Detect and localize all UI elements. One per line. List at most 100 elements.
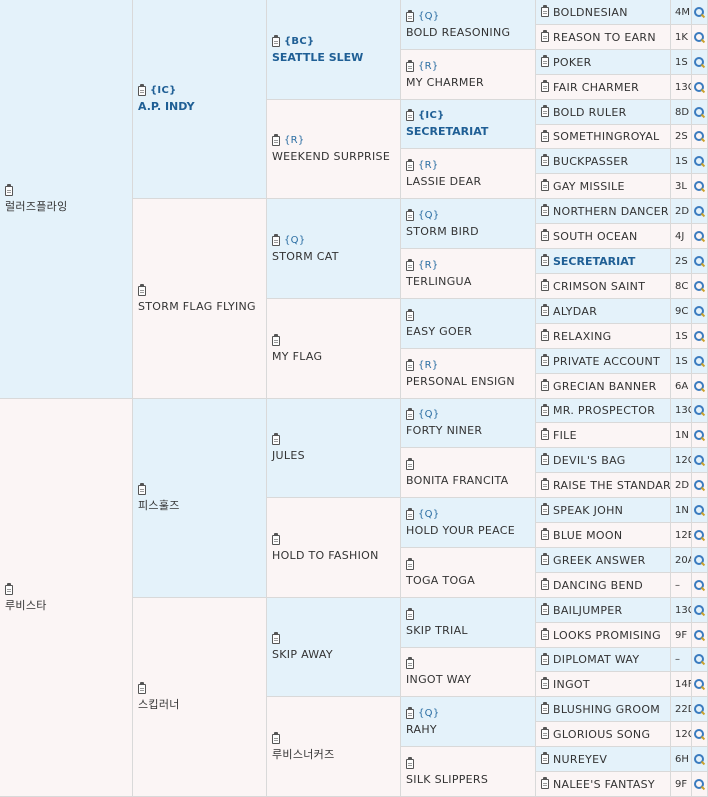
clipboard-icon[interactable]	[406, 507, 414, 520]
clipboard-icon[interactable]	[5, 582, 13, 595]
horse-name-link[interactable]: MY CHARMER	[406, 75, 530, 91]
magnifier-icon[interactable]	[694, 728, 705, 740]
horse-name-link[interactable]: TERLINGUA	[406, 274, 530, 290]
magnifier-icon[interactable]	[694, 230, 705, 242]
horse-name-link[interactable]: 루비스타	[5, 598, 127, 614]
clipboard-icon[interactable]	[272, 333, 280, 346]
clipboard-icon[interactable]	[406, 158, 414, 171]
clipboard-icon[interactable]	[406, 59, 414, 72]
horse-name-link[interactable]: GAY MISSILE	[553, 180, 625, 193]
horse-name-link[interactable]: BAILJUMPER	[553, 604, 622, 617]
clipboard-icon[interactable]	[541, 154, 549, 166]
magnifier-icon[interactable]	[694, 753, 705, 765]
clipboard-icon[interactable]	[541, 204, 549, 216]
clipboard-icon[interactable]	[541, 80, 549, 92]
clipboard-icon[interactable]	[272, 433, 280, 445]
clipboard-icon[interactable]	[406, 408, 414, 420]
magnifier-icon[interactable]	[694, 454, 705, 466]
clipboard-icon[interactable]	[272, 731, 280, 744]
clipboard-icon[interactable]	[541, 503, 549, 515]
magnifier-icon[interactable]	[694, 255, 705, 267]
clipboard-icon[interactable]	[272, 233, 280, 246]
horse-name-link[interactable]: GLORIOUS SONG	[553, 728, 650, 741]
horse-name-link[interactable]: NUREYEV	[553, 753, 607, 766]
magnifier-icon[interactable]	[694, 504, 705, 516]
horse-name-link[interactable]: MY FLAG	[272, 349, 395, 365]
clipboard-icon[interactable]	[406, 9, 414, 22]
clipboard-icon[interactable]	[138, 84, 146, 96]
horse-name-link[interactable]: INGOT	[553, 678, 590, 691]
horse-name-link[interactable]: A.P. INDY	[138, 99, 261, 115]
magnifier-icon[interactable]	[694, 678, 705, 690]
horse-name-link[interactable]: 럴러즈플라잉	[5, 199, 127, 215]
horse-name-link[interactable]: SPEAK JOHN	[553, 504, 623, 517]
magnifier-icon[interactable]	[694, 155, 705, 167]
clipboard-icon[interactable]	[5, 184, 13, 196]
horse-name-link[interactable]: FILE	[553, 429, 577, 442]
horse-name-link[interactable]: SOMETHINGROYAL	[553, 130, 660, 143]
horse-name-link[interactable]: PERSONAL ENSIGN	[406, 374, 530, 390]
horse-name-link[interactable]: SECRETARIAT	[553, 255, 635, 268]
horse-name-link[interactable]: INGOT WAY	[406, 672, 530, 688]
horse-name-link[interactable]: NALEE'S FANTASY	[553, 778, 655, 791]
clipboard-icon[interactable]	[541, 528, 549, 540]
clipboard-icon[interactable]	[541, 105, 549, 117]
horse-name-link[interactable]: LOOKS PROMISING	[553, 629, 661, 642]
horse-name-link[interactable]: STORM CAT	[272, 249, 395, 265]
clipboard-icon[interactable]	[541, 727, 549, 739]
clipboard-icon[interactable]	[406, 557, 414, 570]
horse-name-link[interactable]: REASON TO EARN	[553, 31, 656, 44]
horse-name-link[interactable]: BOLD RULER	[553, 106, 627, 119]
horse-name-link[interactable]: EASY GOER	[406, 324, 530, 340]
horse-name-link[interactable]: BLUE MOON	[553, 529, 622, 542]
horse-name-link[interactable]: JULES	[272, 448, 395, 464]
clipboard-icon[interactable]	[272, 134, 280, 146]
magnifier-icon[interactable]	[694, 131, 705, 142]
horse-name-link[interactable]: TOGA TOGA	[406, 573, 530, 589]
magnifier-icon[interactable]	[694, 429, 705, 441]
clipboard-icon[interactable]	[541, 30, 549, 42]
clipboard-icon[interactable]	[541, 702, 549, 714]
clipboard-icon[interactable]	[541, 677, 549, 689]
horse-name-link[interactable]: RAHY	[406, 722, 530, 738]
horse-name-link[interactable]: SOUTH OCEAN	[553, 230, 638, 243]
clipboard-icon[interactable]	[406, 706, 414, 719]
clipboard-icon[interactable]	[541, 652, 549, 665]
clipboard-icon[interactable]	[272, 632, 280, 644]
horse-name-link[interactable]: FORTY NINER	[406, 423, 530, 439]
horse-name-link[interactable]: DEVIL'S BAG	[553, 454, 626, 467]
magnifier-icon[interactable]	[694, 280, 705, 292]
magnifier-icon[interactable]	[694, 180, 705, 192]
horse-name-link[interactable]: GRECIAN BANNER	[553, 380, 657, 393]
magnifier-icon[interactable]	[694, 380, 705, 392]
magnifier-icon[interactable]	[694, 81, 705, 93]
horse-name-link[interactable]: FAIR CHARMER	[553, 81, 639, 94]
horse-name-link[interactable]: GREEK ANSWER	[553, 554, 646, 567]
clipboard-icon[interactable]	[541, 304, 549, 316]
clipboard-icon[interactable]	[541, 179, 549, 191]
clipboard-icon[interactable]	[541, 428, 549, 440]
clipboard-icon[interactable]	[406, 258, 414, 271]
horse-name-link[interactable]: SECRETARIAT	[406, 124, 530, 140]
horse-name-link[interactable]: DANCING BEND	[553, 579, 643, 592]
clipboard-icon[interactable]	[541, 329, 549, 341]
horse-name-link[interactable]: DIPLOMAT WAY	[553, 653, 639, 666]
clipboard-icon[interactable]	[406, 457, 414, 470]
clipboard-icon[interactable]	[138, 682, 146, 694]
horse-name-link[interactable]: BONITA FRANCITA	[406, 473, 530, 489]
horse-name-link[interactable]: POKER	[553, 56, 592, 69]
horse-name-link[interactable]: NORTHERN DANCER	[553, 205, 669, 218]
horse-name-link[interactable]: BOLDNESIAN	[553, 6, 628, 19]
horse-name-link[interactable]: HOLD YOUR PEACE	[406, 523, 530, 539]
horse-name-link[interactable]: SKIP TRIAL	[406, 623, 530, 639]
clipboard-icon[interactable]	[406, 208, 414, 221]
horse-name-link[interactable]: BUCKPASSER	[553, 155, 629, 168]
horse-name-link[interactable]: RELAXING	[553, 330, 611, 343]
clipboard-icon[interactable]	[541, 453, 549, 465]
horse-name-link[interactable]: PRIVATE ACCOUNT	[553, 355, 660, 368]
horse-name-link[interactable]: SILK SLIPPERS	[406, 772, 530, 788]
magnifier-icon[interactable]	[694, 703, 705, 715]
magnifier-icon[interactable]	[694, 330, 705, 342]
clipboard-icon[interactable]	[138, 283, 146, 296]
horse-name-link[interactable]: BOLD REASONING	[406, 25, 530, 41]
